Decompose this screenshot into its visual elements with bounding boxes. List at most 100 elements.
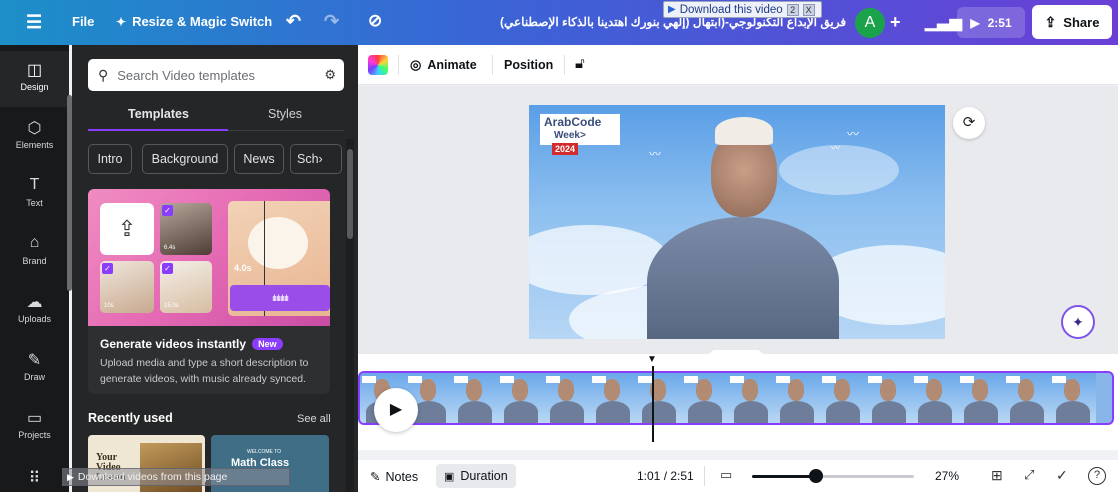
rail-item-label: Elements — [15, 140, 54, 150]
zoom-slider-knob[interactable] — [809, 469, 823, 483]
promo-title: Generate videos instantly New — [100, 337, 283, 351]
check-icon: ✓ — [162, 205, 173, 216]
chip-background[interactable]: Background — [142, 144, 228, 174]
rail-item-projects[interactable]: ▭ Projects — [0, 399, 69, 455]
download-count-badge[interactable]: 2 — [786, 3, 799, 16]
tile-duration-label: 15.0s — [164, 303, 179, 309]
filter-icon[interactable]: ⚙ — [324, 67, 336, 83]
user-avatar[interactable]: A — [855, 8, 885, 38]
check-circle-icon[interactable]: ✓ — [1056, 467, 1068, 484]
cloud-saved-icon[interactable]: ⊘ — [368, 11, 382, 31]
notes-button[interactable]: ✎ Notes — [370, 469, 418, 485]
tab-templates[interactable]: Templates — [128, 107, 189, 121]
regenerate-icon[interactable]: ⟳ — [953, 107, 985, 139]
tab-styles[interactable]: Styles — [268, 107, 302, 121]
pages-icon[interactable]: ▭ — [720, 467, 732, 483]
download-close-button[interactable]: X — [802, 3, 815, 16]
tile-duration-label: 10s — [104, 303, 114, 309]
position-button[interactable]: Position — [504, 58, 553, 72]
search-icon: ⚲ — [98, 66, 109, 83]
logo-text: ArabCode — [544, 115, 602, 129]
undo-icon[interactable]: ↶ — [286, 11, 301, 32]
bottom-bar: ✎ Notes ▣ Duration 1:01 / 2:51 ▭ 27% ⊞ ⤢… — [358, 460, 1118, 492]
download-videos-overlay[interactable]: ▶ Download videos from this page — [62, 468, 290, 486]
text-icon: T — [29, 176, 40, 193]
check-icon: ✓ — [102, 263, 113, 274]
magic-assistant-icon[interactable]: ✦ — [1061, 305, 1095, 339]
chip-school-label: Sch — [297, 152, 319, 166]
rail-item-draw[interactable]: ✎ Draw — [0, 341, 69, 397]
playhead-handle[interactable]: ▼ — [647, 354, 657, 365]
menu-icon[interactable]: ☰ — [26, 12, 46, 32]
zoom-slider-fill — [752, 475, 816, 478]
redo-icon[interactable]: ↷ — [324, 11, 339, 32]
clip-frame — [728, 373, 774, 423]
resize-label: Resize & Magic Switch — [132, 14, 273, 29]
resize-magic-switch-button[interactable]: ✦ Resize & Magic Switch — [116, 14, 272, 29]
color-picker-icon[interactable] — [368, 55, 388, 75]
share-button[interactable]: ⇪ Share — [1032, 5, 1112, 39]
promo-illustration: ⇪ ✓ 6.4s ✓ 10s ✓ 15.0s 4.0s ılıılıılıılı — [88, 189, 330, 326]
playhead[interactable] — [652, 366, 654, 442]
see-all-link[interactable]: See all — [297, 413, 331, 425]
download-video-label[interactable]: Download this video — [680, 4, 783, 16]
zoom-slider[interactable] — [752, 469, 914, 483]
download-video-bar[interactable]: ▶ Download this video 2 X — [663, 1, 822, 18]
download-videos-overlay-label[interactable]: Download videos from this page — [78, 471, 227, 483]
rail-item-label: Uploads — [17, 314, 52, 324]
generate-videos-card[interactable]: ⇪ ✓ 6.4s ✓ 10s ✓ 15.0s 4.0s ılıılıılıılı… — [88, 189, 330, 394]
video-frame[interactable]: 〰 〰 〰 ArabCode Week> 2024 — [529, 105, 945, 339]
bird-shape: 〰 — [831, 143, 841, 153]
search-box[interactable]: ⚲ Search Video templates ⚙ — [88, 59, 344, 91]
clip-frame — [820, 373, 866, 423]
clip-frame — [1050, 373, 1096, 423]
promo-title-text: Generate videos instantly — [100, 337, 247, 351]
rail-item-apps[interactable]: ⠿ — [0, 459, 69, 489]
search-input[interactable]: Search Video templates — [117, 68, 324, 83]
zoom-value[interactable]: 27% — [935, 469, 959, 483]
clip-frame — [912, 373, 958, 423]
share-icon: ⇪ — [1044, 13, 1057, 30]
brand-icon: ⌂ — [29, 234, 40, 251]
grid-view-icon[interactable]: ⊞ — [991, 467, 1003, 484]
fullscreen-icon[interactable]: ⤢ — [1024, 467, 1034, 483]
lock-icon[interactable]: 🔓︎ — [575, 55, 585, 72]
animate-button[interactable]: ◎ Animate — [410, 57, 477, 73]
apps-grid-icon: ⠿ — [28, 470, 41, 487]
clip-frame — [682, 373, 728, 423]
logo-year: 2024 — [552, 143, 579, 155]
chip-school[interactable]: Sch › — [290, 144, 342, 174]
bird-shape: 〰 — [649, 147, 662, 161]
top-bar: ☰ File ✦ Resize & Magic Switch ↶ ↷ ⊘ فري… — [0, 0, 1118, 45]
clip-frame — [774, 373, 820, 423]
rail-item-label: Text — [26, 198, 43, 208]
duration-button[interactable]: ▣ Duration — [436, 464, 516, 488]
rail-item-uploads[interactable]: ☁ Uploads — [0, 283, 69, 339]
canva-editor: ☰ File ✦ Resize & Magic Switch ↶ ↷ ⊘ فري… — [0, 0, 1118, 492]
file-menu-button[interactable]: File — [72, 14, 94, 29]
rail-item-design[interactable]: ◫ Design — [0, 51, 69, 107]
chevron-right-icon[interactable]: › — [319, 152, 323, 166]
active-tab-indicator — [88, 129, 228, 131]
toolbar-divider — [492, 55, 493, 75]
toolbar-divider — [564, 55, 565, 75]
rail-item-brand[interactable]: ⌂ Brand — [0, 225, 69, 281]
clip-frame — [958, 373, 1004, 423]
play-button[interactable]: ▶ — [374, 388, 418, 432]
rail-item-text[interactable]: T Text — [0, 167, 69, 223]
rail-item-label: Design — [20, 82, 49, 92]
add-collaborator-icon[interactable]: + — [890, 12, 901, 33]
rail-item-elements[interactable]: ⬡ Elements — [0, 109, 69, 165]
chip-news[interactable]: News — [234, 144, 284, 174]
chip-intro[interactable]: Intro — [88, 144, 132, 174]
present-button[interactable]: ▶ 2:51 — [957, 7, 1025, 38]
clip-frame — [1004, 373, 1050, 423]
help-button[interactable]: ? — [1088, 467, 1106, 485]
recently-used-heading: Recently used — [88, 411, 173, 425]
toolbar-divider — [398, 55, 399, 75]
elements-icon: ⬡ — [27, 120, 42, 137]
new-badge: New — [252, 338, 283, 350]
video-clip-strip[interactable] — [358, 371, 1114, 425]
scrollbar-thumb[interactable] — [347, 149, 353, 239]
panel-scrollbar[interactable] — [346, 139, 354, 492]
